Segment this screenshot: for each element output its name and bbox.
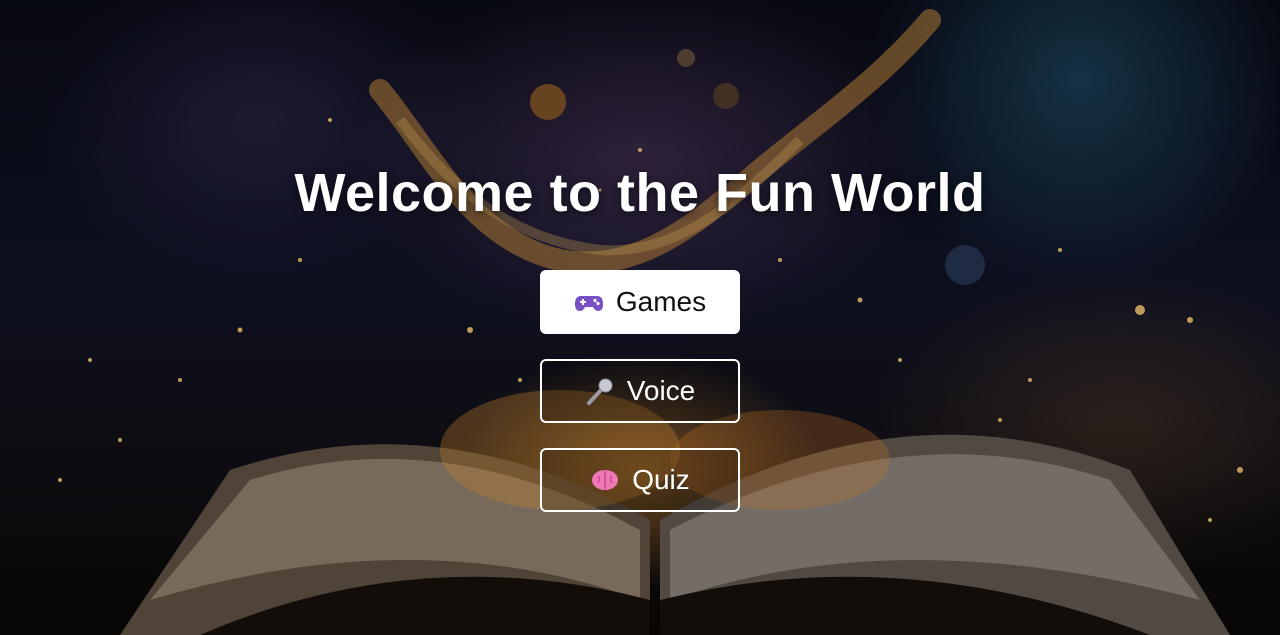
quiz-button[interactable]: Quiz xyxy=(540,448,740,512)
voice-button[interactable]: Voice xyxy=(540,359,740,423)
page-title: Welcome to the Fun World xyxy=(294,163,986,223)
quiz-button-label: Quiz xyxy=(632,464,690,495)
games-button-label: Games xyxy=(615,286,707,317)
brain-icon xyxy=(590,465,620,495)
main-content: Welcome to the Fun World Games Voice Qui… xyxy=(0,0,1280,635)
voice-button-label: Voice xyxy=(626,375,696,406)
microphone-icon xyxy=(585,376,615,406)
main-menu: Games Voice Quiz xyxy=(540,270,740,512)
game-controller-icon xyxy=(574,287,604,317)
games-button[interactable]: Games xyxy=(540,270,740,334)
